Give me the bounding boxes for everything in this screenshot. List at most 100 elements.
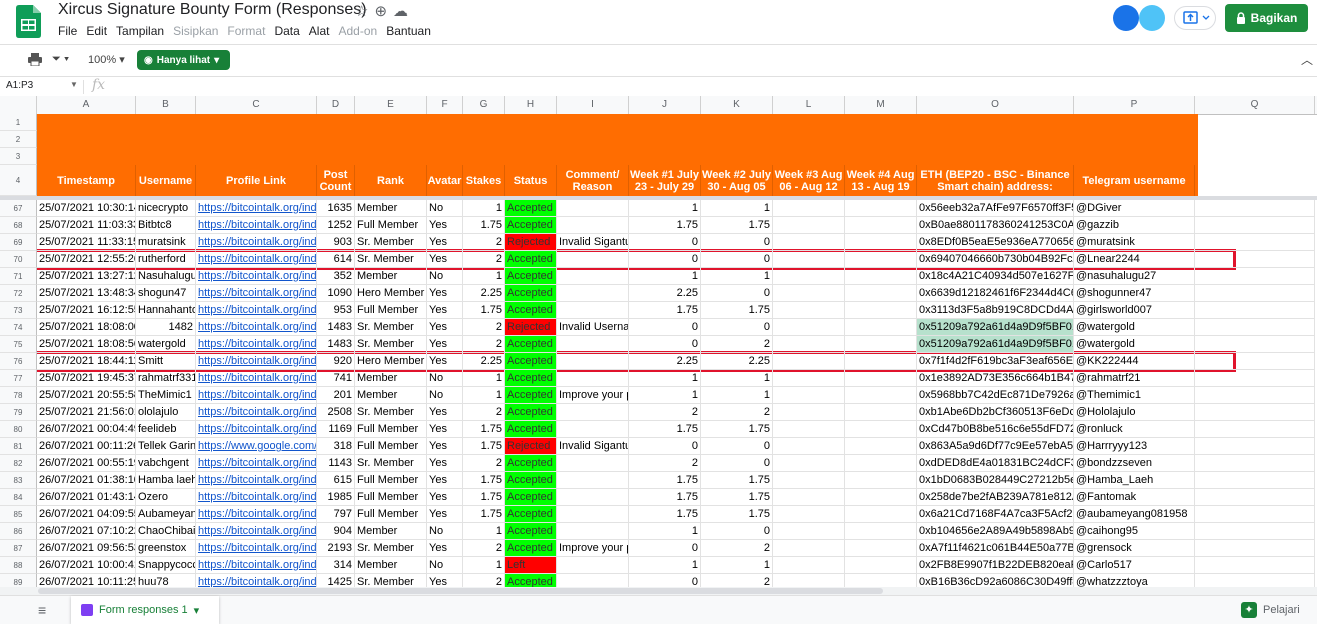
table-row[interactable]: 25/07/2021 18:08:00 1482 https://bitcointa… — [37, 319, 1317, 336]
menu-item[interactable]: Alat — [309, 24, 330, 38]
table-row[interactable]: 25/07/2021 10:30:14 nicecrypto https://bit… — [37, 200, 1317, 217]
row-header[interactable]: 84 — [0, 489, 37, 506]
row-header[interactable]: 86 — [0, 523, 37, 540]
print-icon[interactable] — [28, 53, 42, 66]
move-icon[interactable]: ⊕ — [374, 3, 393, 20]
profile-link[interactable]: https://bitcointalk.org/inde — [196, 506, 317, 523]
profile-link[interactable]: https://bitcointalk.org/inde — [196, 540, 317, 557]
profile-link[interactable]: https://bitcointalk.org/inde — [196, 557, 317, 574]
column-header-o[interactable]: O — [917, 96, 1074, 114]
row-header[interactable]: 71 — [0, 268, 37, 285]
profile-link[interactable]: https://bitcointalk.org/inde — [196, 489, 317, 506]
tab-form-responses[interactable]: Form responses 1 ▾ — [71, 596, 219, 624]
profile-link[interactable]: https://bitcointalk.org/ind — [196, 472, 317, 489]
column-header-c[interactable]: C — [196, 96, 317, 114]
column-header-m[interactable]: M — [845, 96, 917, 114]
row-header[interactable]: 76 — [0, 353, 37, 370]
row-header[interactable]: 73 — [0, 302, 37, 319]
collapse-menus-icon[interactable]: ︿ — [1301, 51, 1313, 68]
table-row[interactable]: 25/07/2021 19:45:37 rahmatrf331 https://bi… — [37, 370, 1317, 387]
select-all-corner[interactable] — [0, 96, 37, 114]
table-row[interactable]: 25/07/2021 16:12:55 Hannahanto https://bit… — [37, 302, 1317, 319]
profile-link[interactable]: https://bitcointalk.org/inde — [196, 370, 317, 387]
profile-link[interactable]: https://bitcointalk.org/inde — [196, 217, 317, 234]
column-header-b[interactable]: B — [136, 96, 196, 114]
profile-link[interactable]: https://bitcointalk.org/inde — [196, 302, 317, 319]
row-header[interactable]: 88 — [0, 557, 37, 574]
row-header[interactable]: 69 — [0, 234, 37, 251]
row-header[interactable]: 81 — [0, 438, 37, 455]
document-title[interactable]: Xircus Signature Bounty Form (Responses) — [58, 1, 367, 19]
column-header-a[interactable]: A — [37, 96, 136, 114]
menu-item[interactable]: Format — [227, 24, 265, 38]
table-row[interactable]: 25/07/2021 11:33:15 muratsink https://bitc… — [37, 234, 1317, 251]
avatar[interactable] — [1139, 5, 1165, 31]
table-row[interactable]: 26/07/2021 00:11:26 Tellek Garin https://w… — [37, 438, 1317, 455]
chevron-down-icon[interactable]: ▼ — [70, 80, 78, 89]
row-header[interactable]: 67 — [0, 200, 37, 217]
table-row[interactable]: 25/07/2021 13:27:12 Nasuhalugu https://bit… — [37, 268, 1317, 285]
row-header[interactable]: 1 — [0, 114, 37, 131]
row-header[interactable]: 4 — [0, 165, 37, 196]
name-box[interactable]: A1:P3 — [6, 80, 33, 91]
profile-link[interactable]: https://bitcointalk.org/inde — [196, 523, 317, 540]
profile-link[interactable]: https://bitcointalk.org/inde — [196, 251, 317, 268]
table-row[interactable]: 25/07/2021 18:44:11 Smitt https://bitcoint… — [37, 353, 1317, 370]
row-header[interactable]: 68 — [0, 217, 37, 234]
column-header-d[interactable]: D — [317, 96, 355, 114]
horizontal-scrollbar[interactable] — [0, 587, 1317, 595]
column-header-e[interactable]: E — [355, 96, 427, 114]
zoom-select[interactable]: 100% ▾ — [88, 53, 125, 66]
table-row[interactable]: 25/07/2021 20:55:58 TheMimic1 https://bitc… — [37, 387, 1317, 404]
table-row[interactable]: 25/07/2021 21:56:01 ololajulo https://bitc… — [37, 404, 1317, 421]
present-button[interactable] — [1174, 6, 1216, 30]
row-header[interactable]: 72 — [0, 285, 37, 302]
profile-link[interactable]: https://bitcointalk.org/inde — [196, 319, 317, 336]
row-header[interactable]: 79 — [0, 404, 37, 421]
column-header-f[interactable]: F — [427, 96, 463, 114]
table-row[interactable]: 25/07/2021 11:03:33 Bitbtc8 https://bitcoi… — [37, 217, 1317, 234]
row-header[interactable]: 83 — [0, 472, 37, 489]
row-header[interactable]: 77 — [0, 370, 37, 387]
table-row[interactable]: 25/07/2021 18:08:56 watergold https://bitc… — [37, 336, 1317, 353]
scrollbar-thumb[interactable] — [38, 588, 883, 594]
table-row[interactable]: 26/07/2021 00:04:49 feelideb https://bitco… — [37, 421, 1317, 438]
sheets-logo-icon[interactable] — [16, 5, 41, 38]
menu-item[interactable]: Sisipkan — [173, 24, 218, 38]
menu-item[interactable]: Bantuan — [386, 24, 431, 38]
column-header-j[interactable]: J — [629, 96, 701, 114]
table-row[interactable]: 26/07/2021 07:10:22 ChaoChibai https://bit… — [37, 523, 1317, 540]
profile-link[interactable]: https://bitcointalk.org/inde — [196, 200, 317, 217]
table-row[interactable]: 26/07/2021 10:00:41 Snappycocc https://bit… — [37, 557, 1317, 574]
table-row[interactable]: 26/07/2021 09:56:53 greenstox https://bitc… — [37, 540, 1317, 557]
menu-item[interactable]: Tampilan — [116, 24, 164, 38]
table-row[interactable]: 25/07/2021 12:55:26 rutherford https://bit… — [37, 251, 1317, 268]
filter-icon[interactable]: ⏷ ▾ — [52, 53, 69, 66]
profile-link[interactable]: https://bitcointalk.org/inde — [196, 285, 317, 302]
explore-button[interactable]: ✦ Pelajari — [1241, 599, 1311, 621]
menu-item[interactable]: File — [58, 24, 77, 38]
profile-link[interactable]: https://bitcointalk.org/inde — [196, 336, 317, 353]
profile-link[interactable]: https://bitcointalk.org/inde — [196, 421, 317, 438]
cloud-status-icon[interactable]: ☁ — [393, 3, 414, 20]
profile-link[interactable]: https://bitcointalk.org/inde — [196, 455, 317, 472]
column-header-i[interactable]: I — [557, 96, 629, 114]
row-header[interactable]: 74 — [0, 319, 37, 336]
table-row[interactable]: 26/07/2021 04:09:55 Aubameyan https://bitc… — [37, 506, 1317, 523]
profile-link[interactable]: https://bitcointalk.org/inde — [196, 234, 317, 251]
profile-link[interactable]: https://www.google.com/ — [196, 438, 317, 455]
menu-item[interactable]: Add-on — [338, 24, 377, 38]
table-row[interactable]: 25/07/2021 13:48:34 shogun47 https://bitco… — [37, 285, 1317, 302]
table-row[interactable]: 26/07/2021 01:43:14 Ozero https://bitcoint… — [37, 489, 1317, 506]
row-header[interactable]: 85 — [0, 506, 37, 523]
row-header[interactable]: 87 — [0, 540, 37, 557]
star-icon[interactable]: ☆ — [355, 3, 374, 20]
row-header[interactable]: 70 — [0, 251, 37, 268]
spreadsheet-grid[interactable]: A B C D E F G H I J K L M O P Q 1 2 3 4 Timestamp Username Pro… — [0, 96, 1317, 595]
profile-link[interactable]: https://bitcointalk.org/inde — [196, 353, 317, 370]
avatar[interactable] — [1113, 5, 1139, 31]
profile-link[interactable]: https://bitcointalk.org/inde — [196, 268, 317, 285]
column-header-l[interactable]: L — [773, 96, 845, 114]
column-header-k[interactable]: K — [701, 96, 773, 114]
row-header[interactable]: 75 — [0, 336, 37, 353]
